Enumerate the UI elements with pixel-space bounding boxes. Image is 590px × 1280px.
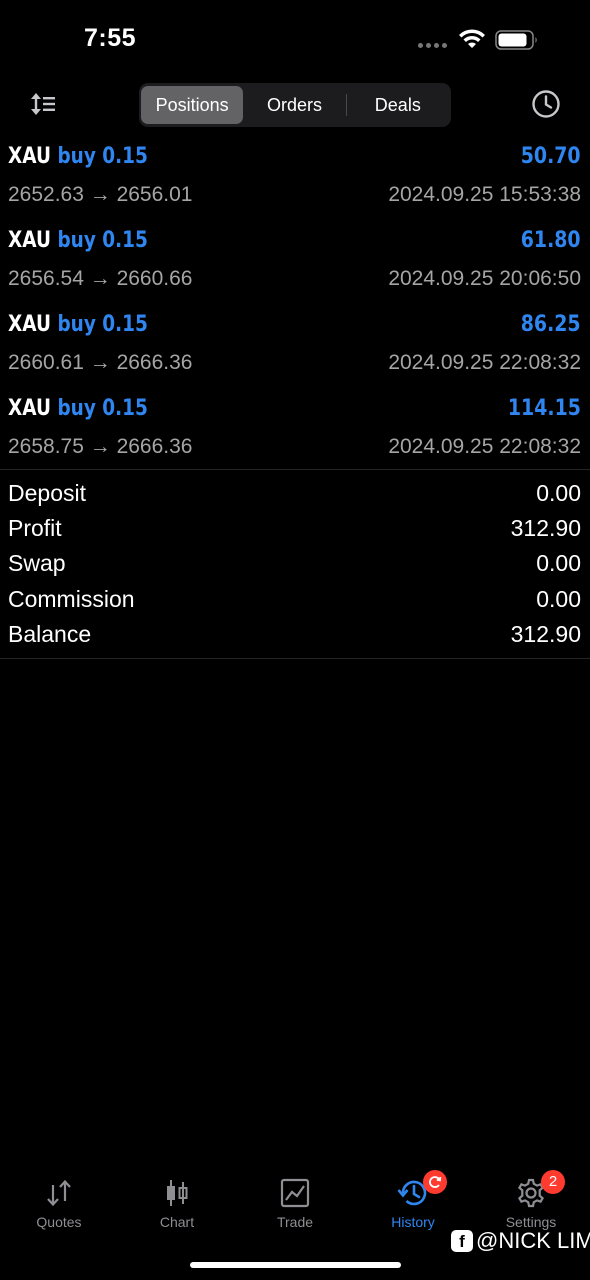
summary-value: 312.90 bbox=[510, 515, 581, 542]
trade-chart-icon bbox=[280, 1178, 310, 1208]
position-profit: 50.70 bbox=[521, 144, 581, 169]
summary-row-commission: Commission 0.00 bbox=[0, 582, 590, 617]
position-title: XAU buy 0.15 bbox=[8, 312, 148, 337]
position-symbol: XAU bbox=[8, 228, 51, 253]
position-side-volume: buy 0.15 bbox=[57, 312, 148, 337]
tab-chart[interactable]: Chart bbox=[118, 1168, 236, 1238]
position-symbol: XAU bbox=[8, 144, 51, 169]
position-side-volume: buy 0.15 bbox=[57, 228, 148, 253]
quotes-arrows-icon bbox=[47, 1179, 71, 1207]
summary-value: 0.00 bbox=[536, 585, 581, 612]
position-prices: 2652.63 → 2656.01 bbox=[8, 183, 193, 206]
position-profit: 114.15 bbox=[507, 396, 581, 421]
status-time: 7:55 bbox=[84, 24, 137, 52]
position-row[interactable]: XAU buy 0.15 61.80 2656.54 → 2660.66 202… bbox=[0, 224, 590, 308]
sort-icon[interactable] bbox=[28, 89, 58, 119]
summary-row-swap: Swap 0.00 bbox=[0, 546, 590, 581]
tab-positions[interactable]: Positions bbox=[141, 86, 244, 124]
summary-value: 312.90 bbox=[510, 620, 581, 647]
summary-row-balance: Balance 312.90 bbox=[0, 617, 590, 652]
summary-label: Balance bbox=[8, 620, 92, 647]
tab-label: Quotes bbox=[36, 1214, 82, 1230]
positions-list: XAU buy 0.15 50.70 2652.63 → 2656.01 202… bbox=[0, 140, 590, 476]
position-time: 2024.09.25 22:08:32 bbox=[388, 435, 581, 458]
position-symbol: XAU bbox=[8, 396, 51, 421]
tab-label: Chart bbox=[159, 1214, 195, 1230]
position-side-volume: buy 0.15 bbox=[57, 396, 148, 421]
battery-icon bbox=[495, 30, 537, 50]
summary-value: 0.00 bbox=[536, 480, 581, 506]
candlestick-icon bbox=[167, 1180, 188, 1206]
position-prices: 2658.75 → 2666.36 bbox=[8, 435, 193, 458]
refresh-icon bbox=[429, 1176, 442, 1188]
summary-label: Commission bbox=[8, 585, 135, 612]
position-prices: 2660.61 → 2666.36 bbox=[8, 351, 193, 374]
home-indicator[interactable] bbox=[190, 1262, 401, 1268]
account-summary: Deposit 0.00 Profit 312.90 Swap 0.00 Com… bbox=[0, 476, 590, 652]
summary-value: 0.00 bbox=[536, 550, 581, 577]
position-row[interactable]: XAU buy 0.15 114.15 2658.75 → 2666.36 20… bbox=[0, 392, 590, 476]
position-row[interactable]: XAU buy 0.15 86.25 2660.61 → 2666.36 202… bbox=[0, 308, 590, 392]
position-title: XAU buy 0.15 bbox=[8, 144, 148, 169]
facebook-icon: f bbox=[451, 1230, 473, 1252]
summary-row-profit: Profit 312.90 bbox=[0, 511, 590, 546]
settings-badge: 2 bbox=[541, 1170, 565, 1194]
tab-deals[interactable]: Deals bbox=[347, 86, 449, 124]
tab-label: Trade bbox=[276, 1214, 314, 1230]
position-prices: 2656.54 → 2660.66 bbox=[8, 267, 193, 290]
history-refresh-badge bbox=[423, 1170, 447, 1194]
summary-label: Profit bbox=[8, 515, 62, 542]
signal-dots-icon bbox=[418, 43, 447, 48]
summary-row-deposit: Deposit 0.00 bbox=[0, 476, 590, 511]
watermark: f @NICK LIM bbox=[451, 1228, 590, 1254]
summary-divider-bottom bbox=[0, 658, 590, 659]
position-profit: 61.80 bbox=[521, 228, 581, 253]
position-symbol: XAU bbox=[8, 312, 51, 337]
position-time: 2024.09.25 22:08:32 bbox=[388, 351, 581, 374]
tab-quotes[interactable]: Quotes bbox=[0, 1168, 118, 1238]
position-title: XAU buy 0.15 bbox=[8, 396, 148, 421]
wifi-icon bbox=[459, 29, 485, 48]
summary-label: Swap bbox=[8, 550, 66, 577]
watermark-text: @NICK LIM bbox=[476, 1228, 590, 1253]
clock-history-icon[interactable] bbox=[530, 88, 562, 120]
tab-orders[interactable]: Orders bbox=[243, 86, 345, 124]
summary-label: Deposit bbox=[8, 480, 86, 506]
summary-divider-top bbox=[0, 469, 590, 470]
tab-trade[interactable]: Trade bbox=[236, 1168, 354, 1238]
position-profit: 86.25 bbox=[521, 312, 581, 337]
position-row[interactable]: XAU buy 0.15 50.70 2652.63 → 2656.01 202… bbox=[0, 140, 590, 224]
position-time: 2024.09.25 20:06:50 bbox=[388, 267, 581, 290]
positions-orders-deals-segmented-control: Positions Orders Deals bbox=[139, 83, 451, 127]
position-side-volume: buy 0.15 bbox=[57, 144, 148, 169]
position-time: 2024.09.25 15:53:38 bbox=[388, 183, 581, 206]
position-title: XAU buy 0.15 bbox=[8, 228, 148, 253]
